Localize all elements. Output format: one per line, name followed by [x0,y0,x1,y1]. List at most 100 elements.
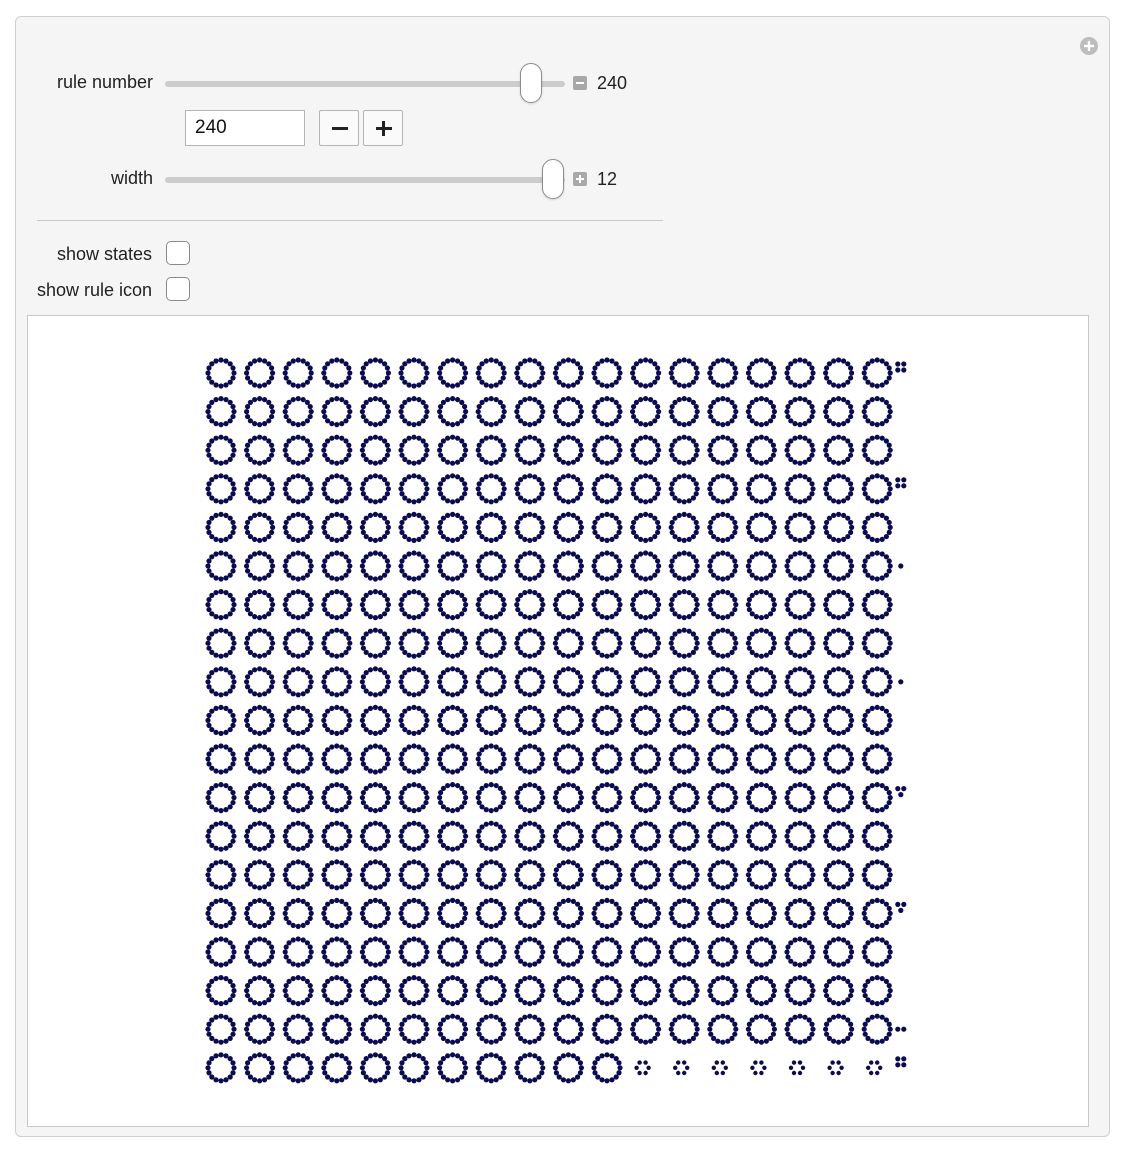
panel-plus-icon[interactable] [1080,37,1098,55]
rule-number-slider-thumb[interactable] [520,63,542,103]
ring-dot [802,614,808,620]
decrement-button[interactable] [319,110,359,146]
ring-dot [565,615,572,621]
ring-dot [763,421,769,427]
ring-dot [359,679,365,685]
ring-dot [497,456,503,462]
ring-dot [346,597,352,603]
ring-dot [206,635,212,641]
ring-dot [560,498,567,504]
ring-dot [616,838,622,844]
ring-dot [244,838,251,844]
ring-dot [715,898,721,904]
ring-cell [745,897,778,930]
show-rule-icon-checkbox[interactable] [166,277,190,301]
ring-dot [475,795,481,801]
ring-dot [869,937,875,943]
ring-dot [295,383,301,389]
rule-number-slider-track[interactable] [165,81,565,87]
width-plus-icon[interactable] [573,172,587,186]
ring-dot [416,459,422,465]
width-slider-track[interactable] [165,177,565,183]
ring-dot [638,358,644,364]
ring-dot [823,717,829,723]
ring-dot [244,877,251,883]
rule-number-minus-icon[interactable] [573,76,587,90]
ring-dot [874,808,880,814]
ring-dot [763,821,769,827]
increment-button[interactable] [363,110,403,146]
ring-dot [745,679,752,685]
ring-cell [552,550,585,582]
rule-number-input[interactable]: 240 [185,110,305,146]
ring-dot [462,645,468,651]
ring-dot [711,863,717,869]
ring-dot [806,495,812,501]
ring-dot [720,460,726,466]
ring-dot [887,949,893,955]
ring-dot [802,652,808,658]
ring-cell [591,820,623,852]
ring-dot [257,537,263,543]
ring-dot [445,705,451,711]
ring-dot [308,756,314,762]
ring-dot [493,589,499,596]
ring-dot [346,404,352,410]
ring-cell [630,820,662,852]
ring-dot [655,684,661,690]
ring-dot [848,519,854,526]
ring-dot [247,418,254,424]
ring-dot [476,905,482,912]
ring-dot [282,910,288,917]
ring-dot [416,589,422,596]
ring-dot [514,640,520,646]
ring-dot [283,983,289,989]
ring-dot [715,729,721,736]
ring-dot [230,519,236,526]
ring-dot [423,442,429,448]
ring-dot [865,533,871,540]
ring-dot [570,575,576,581]
ring-dot [643,576,649,582]
ring-dot [604,511,610,517]
ring-dot [758,704,765,710]
ring-dot [367,358,374,364]
ring-dot [347,949,353,955]
ring-dot [638,922,644,929]
ring-dot [283,375,289,381]
ring-dot [595,592,601,599]
ring-cell [745,473,778,505]
ring-cell [437,743,469,775]
ring-dot [599,898,605,904]
ring-dot [325,842,331,848]
ring-dot [802,860,808,866]
ring-dot [643,820,649,826]
ring-dot [874,422,880,428]
width-slider-thumb[interactable] [542,159,564,199]
ring-dot [652,863,658,869]
ring-dot [681,704,687,710]
ring-dot [672,456,678,462]
ring-dot [638,628,644,634]
ring-dot [244,674,251,680]
ring-dot [411,782,417,788]
ring-dot [652,958,658,964]
ring-dot [668,872,674,878]
ring-dot [339,474,345,480]
ring-dot [339,922,345,929]
ring-dot [707,447,713,453]
ring-dot [283,674,289,680]
ring-dot [560,768,567,774]
ring-dot [553,635,559,641]
ring-dot [205,949,211,955]
ring-dot [707,949,713,955]
ring-dot [711,418,717,424]
ring-dot [570,667,576,673]
ring-dot [672,418,678,424]
ring-dot [686,821,692,827]
ring-dot [553,606,559,613]
ring-dot [307,404,313,410]
ring-dot [329,821,335,827]
ring-dot [556,611,562,617]
show-states-checkbox[interactable] [166,241,190,265]
